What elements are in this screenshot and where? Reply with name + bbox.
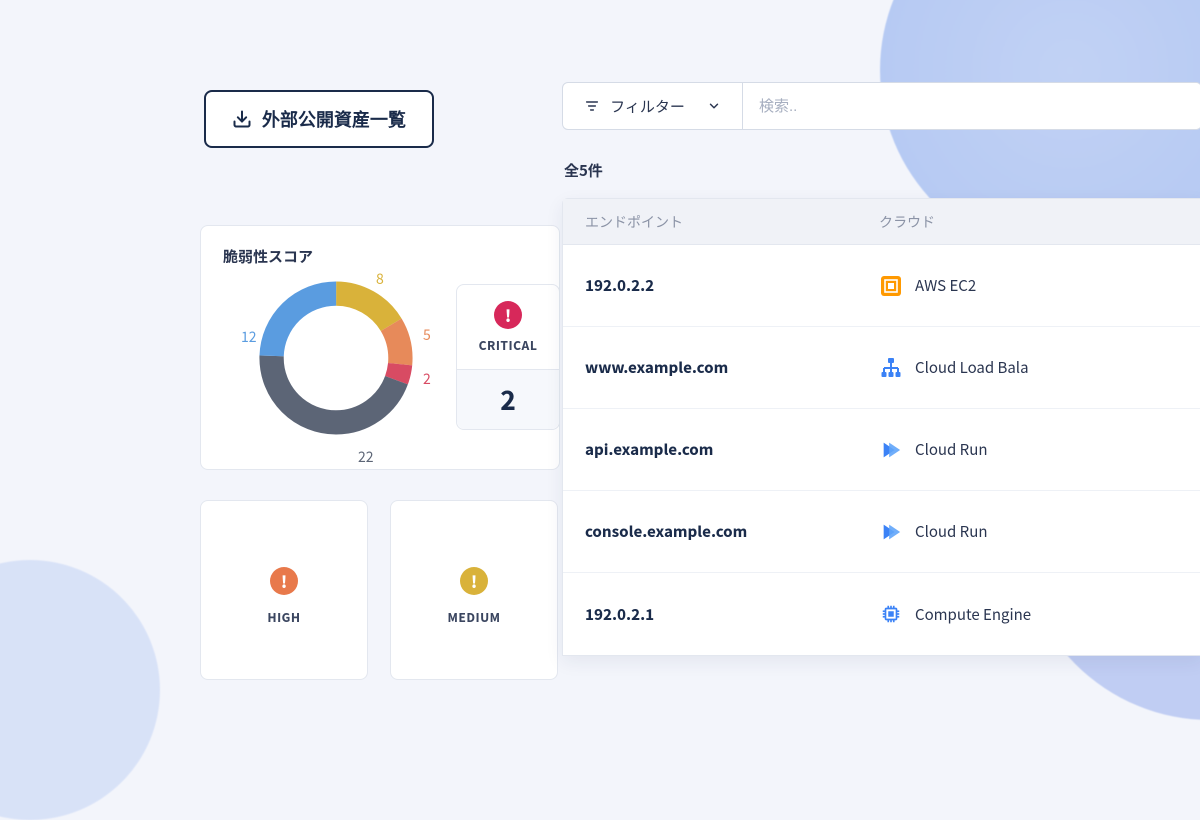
filter-icon — [584, 98, 600, 114]
load-balancer-icon — [879, 356, 903, 380]
filter-bar: フィルター — [562, 82, 1200, 130]
score-card-title: 脆弱性スコア — [223, 246, 537, 267]
cloud-cell: Compute Engine — [915, 604, 1031, 625]
severity-medium-card[interactable]: ! MEDIUM — [390, 500, 558, 680]
chevron-down-icon — [707, 99, 721, 113]
donut-label-12: 12 — [241, 327, 257, 347]
cloud-cell: AWS EC2 — [915, 275, 976, 296]
endpoint-cell: 192.0.2.2 — [563, 275, 879, 296]
filter-label: フィルター — [610, 96, 685, 117]
search-input[interactable] — [743, 83, 1200, 129]
download-icon — [232, 109, 252, 129]
download-button-label: 外部公開資産一覧 — [262, 106, 406, 132]
aws-ec2-icon — [879, 274, 903, 298]
donut-label-5: 5 — [423, 325, 431, 345]
critical-label: CRITICAL — [479, 337, 538, 354]
th-cloud: クラウド — [879, 212, 1200, 232]
cloud-cell: Cloud Load Bala — [915, 357, 1029, 378]
endpoint-cell: console.example.com — [563, 521, 879, 542]
cloud-run-icon — [879, 520, 903, 544]
high-label: HIGH — [201, 609, 367, 626]
compute-engine-icon — [879, 602, 903, 626]
endpoints-table: エンドポイント クラウド 192.0.2.2 AWS EC2 www.examp… — [562, 198, 1200, 656]
alert-icon: ! — [270, 567, 298, 595]
table-row[interactable]: 192.0.2.2 AWS EC2 — [563, 245, 1200, 327]
alert-icon: ! — [460, 567, 488, 595]
table-row[interactable]: api.example.com Cloud Run — [563, 409, 1200, 491]
alert-icon: ! — [494, 301, 522, 329]
cloud-cell: Cloud Run — [915, 439, 987, 460]
th-endpoint: エンドポイント — [563, 212, 879, 232]
severity-critical-card[interactable]: ! CRITICAL 2 — [456, 284, 560, 430]
severity-high-card[interactable]: ! HIGH — [200, 500, 368, 680]
table-header: エンドポイント クラウド — [563, 199, 1200, 245]
donut-label-8: 8 — [376, 269, 384, 289]
critical-count: 2 — [457, 369, 559, 429]
table-row[interactable]: console.example.com Cloud Run — [563, 491, 1200, 573]
cloud-cell: Cloud Run — [915, 521, 987, 542]
endpoint-cell: 192.0.2.1 — [563, 604, 879, 625]
endpoint-cell: api.example.com — [563, 439, 879, 460]
donut-label-22: 22 — [358, 447, 374, 467]
endpoint-cell: www.example.com — [563, 357, 879, 378]
cloud-run-icon — [879, 438, 903, 462]
filter-dropdown[interactable]: フィルター — [563, 83, 743, 129]
table-row[interactable]: 192.0.2.1 Compute Engine — [563, 573, 1200, 655]
download-assets-button[interactable]: 外部公開資産一覧 — [204, 90, 434, 148]
donut-label-2: 2 — [423, 369, 431, 389]
table-row[interactable]: www.example.com Cloud Load Bala — [563, 327, 1200, 409]
medium-label: MEDIUM — [391, 609, 557, 626]
result-count: 全5件 — [564, 160, 603, 181]
